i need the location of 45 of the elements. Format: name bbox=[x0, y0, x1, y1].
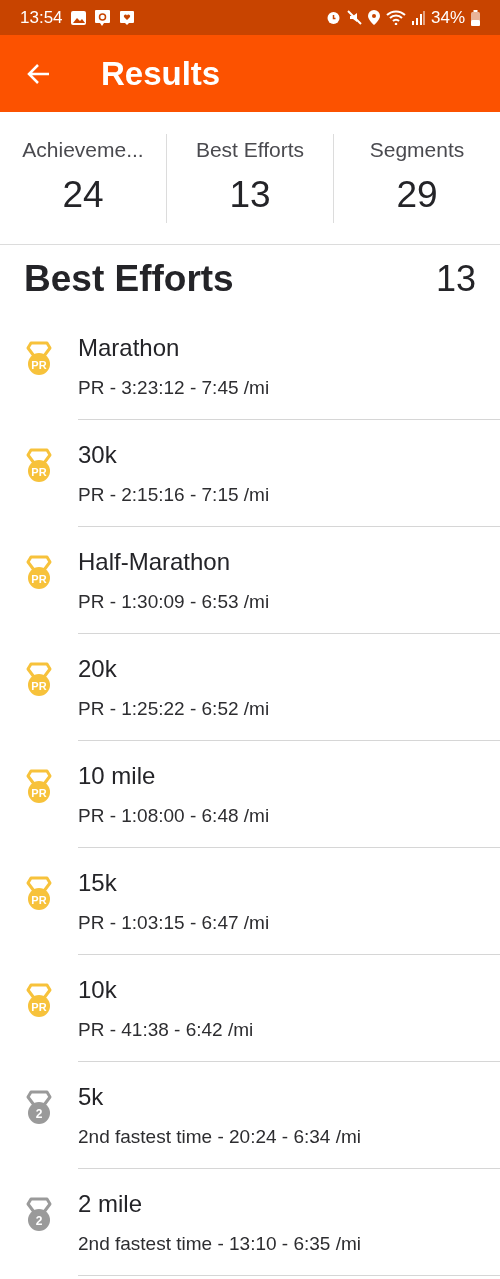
image-icon bbox=[70, 10, 86, 25]
stat-tab[interactable]: Segments 29 bbox=[334, 133, 500, 223]
stat-tab[interactable]: Achieveme... 24 bbox=[0, 133, 166, 223]
effort-detail: PR - 3:23:12 - 7:45 /mi bbox=[78, 375, 271, 400]
effort-detail: PR - 1:30:09 - 6:53 /mi bbox=[78, 589, 271, 614]
battery-level: 34% bbox=[430, 6, 465, 29]
effort-detail: PR - 1:25:22 - 6:52 /mi bbox=[78, 696, 271, 721]
effort-detail: PR - 1:03:15 - 6:47 /mi bbox=[78, 910, 271, 935]
effort-row[interactable]: PR 10k PR - 41:38 - 6:42 /mi bbox=[0, 955, 500, 1062]
effort-name: 15k bbox=[78, 867, 118, 898]
effort-row[interactable]: 2 5k 2nd fastest time - 20:24 - 6:34 /mi bbox=[0, 1062, 500, 1169]
wifi-icon bbox=[385, 10, 406, 25]
back-icon bbox=[27, 62, 51, 85]
effort-detail: 2nd fastest time - 13:10 - 6:35 /mi bbox=[78, 1231, 363, 1256]
effort-name: 20k bbox=[78, 653, 118, 684]
status-time: 13:54 bbox=[20, 6, 63, 29]
stat-tab[interactable]: Best Efforts 13 bbox=[167, 133, 333, 223]
effort-row[interactable]: PR 10 mile PR - 1:08:00 - 6:48 /mi bbox=[0, 741, 500, 848]
effort-name: 10k bbox=[78, 974, 118, 1005]
effort-name: 2 mile bbox=[78, 1188, 144, 1219]
section-count: 13 bbox=[435, 257, 476, 301]
chat-icon bbox=[93, 9, 111, 26]
effort-row[interactable]: PR Half-Marathon PR - 1:30:09 - 6:53 /mi bbox=[0, 527, 500, 634]
battery-icon bbox=[471, 9, 480, 26]
effort-detail: PR - 41:38 - 6:42 /mi bbox=[78, 1017, 255, 1042]
mute-icon bbox=[346, 10, 362, 25]
app-bar-title: Results bbox=[101, 53, 221, 94]
effort-row[interactable]: PR 20k PR - 1:25:22 - 6:52 /mi bbox=[0, 634, 500, 741]
location-icon bbox=[367, 10, 380, 25]
effort-name: Half-Marathon bbox=[78, 546, 232, 577]
effort-name: Marathon bbox=[78, 332, 181, 363]
section-title: Best Efforts bbox=[24, 257, 234, 302]
effort-row[interactable]: PR 30k PR - 2:15:16 - 7:15 /mi bbox=[0, 420, 500, 527]
effort-row[interactable]: PR Marathon PR - 3:23:12 - 7:45 /mi bbox=[0, 313, 500, 420]
message-icon bbox=[118, 9, 135, 26]
effort-name: 30k bbox=[78, 439, 118, 470]
effort-detail: PR - 2:15:16 - 7:15 /mi bbox=[78, 482, 271, 507]
effort-name: 10 mile bbox=[78, 760, 157, 791]
effort-detail: PR - 1:08:00 - 6:48 /mi bbox=[78, 803, 271, 828]
effort-row[interactable]: PR 15k PR - 1:03:15 - 6:47 /mi bbox=[0, 848, 500, 955]
alarm-icon bbox=[325, 10, 341, 25]
signal-icon bbox=[411, 10, 425, 25]
effort-row[interactable]: 2 2 mile 2nd fastest time - 13:10 - 6:35 /mi bbox=[0, 1169, 500, 1276]
effort-name: 5k bbox=[78, 1081, 105, 1112]
effort-detail: 2nd fastest time - 20:24 - 6:34 /mi bbox=[78, 1124, 363, 1149]
